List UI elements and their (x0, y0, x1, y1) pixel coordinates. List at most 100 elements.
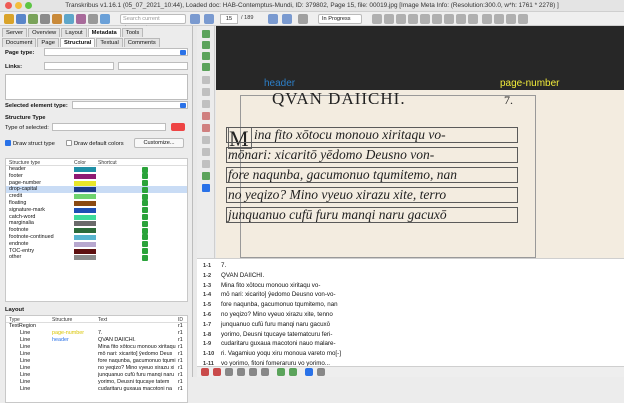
tab-comments[interactable]: Comments (123, 38, 160, 47)
cloud-icon[interactable] (64, 14, 74, 24)
redo-icon[interactable] (202, 184, 210, 192)
table-row[interactable]: Line Mina fito xōtocu monouo xiritaqu r1 (6, 344, 187, 351)
rotate-icon[interactable] (420, 14, 430, 24)
user-icon[interactable] (76, 14, 86, 24)
table-row[interactable]: footnote-continued (6, 234, 187, 241)
visibility-check-icon[interactable] (142, 207, 148, 214)
color-swatch[interactable] (74, 221, 96, 227)
transcription-line[interactable]: 1-6 no yeqizo? Mino vyeuo xirazu xite, te… (203, 311, 333, 318)
header-text-line[interactable]: QVAN DAIICHI. (272, 89, 406, 109)
table-row[interactable]: other (6, 254, 187, 261)
layers-icon[interactable] (456, 14, 466, 24)
page-type-select[interactable] (44, 48, 188, 56)
clear-type-icon[interactable] (171, 123, 185, 131)
visibility-check-icon[interactable] (142, 193, 148, 200)
table-row[interactable]: floating (6, 200, 187, 207)
merge-icon[interactable] (202, 100, 210, 108)
zoom-in-icon[interactable] (372, 14, 382, 24)
transcription-line[interactable]: 1-1 7. (203, 262, 226, 269)
links-list[interactable] (5, 74, 188, 100)
table-row[interactable]: Line header QVAN DAIICHI. r1 (6, 337, 187, 344)
tab-overview[interactable]: Overview (28, 28, 61, 37)
color-swatch[interactable] (74, 200, 96, 206)
translate-icon[interactable] (432, 14, 442, 24)
table-row[interactable]: Line junquanuo cufū furu manqi naru r1 (6, 372, 187, 379)
w-icon[interactable] (202, 63, 210, 71)
element-type-select[interactable] (72, 101, 188, 109)
add-point-icon[interactable] (202, 136, 210, 144)
view-icon[interactable] (482, 14, 492, 24)
settings-icon[interactable] (88, 14, 98, 24)
first-page-icon[interactable] (190, 14, 200, 24)
last-page-icon[interactable] (282, 14, 292, 24)
visibility-check-icon[interactable] (142, 173, 148, 180)
link-button-2[interactable] (118, 62, 188, 70)
pointer-icon[interactable] (202, 76, 210, 84)
italic-icon[interactable] (213, 368, 221, 376)
type-of-selected-input[interactable] (52, 123, 166, 131)
color-swatch[interactable] (74, 234, 96, 240)
strike-icon[interactable] (237, 368, 245, 376)
visibility-check-icon[interactable] (142, 220, 148, 227)
table-row[interactable]: footer (6, 173, 187, 180)
visibility-check-icon[interactable] (142, 248, 148, 255)
fit-page-icon[interactable] (408, 14, 418, 24)
edit-icon[interactable] (202, 148, 210, 156)
color-swatch[interactable] (74, 173, 96, 179)
table-row[interactable]: credit (6, 193, 187, 200)
table-row[interactable]: Line cudaritaru guxaua macotoni na r1 (6, 386, 187, 393)
reload-icon[interactable] (298, 14, 308, 24)
tab-textual[interactable]: Textual (96, 38, 123, 47)
table-row[interactable]: drop-capital (6, 186, 187, 194)
keyboard-icon[interactable] (305, 368, 313, 376)
table-row[interactable]: Line no yeqizo? Mino vyeuo xirazu xi r1 (6, 365, 187, 372)
search-input[interactable]: Search current document... (120, 14, 186, 31)
page-number-text-line[interactable]: 7. (504, 93, 513, 108)
table-row[interactable]: marginalia (6, 220, 187, 227)
upload-icon[interactable] (28, 14, 38, 24)
tl-icon[interactable] (202, 41, 210, 49)
search-icon[interactable] (317, 368, 325, 376)
tab-tools[interactable]: Tools (121, 28, 144, 37)
subscript-icon[interactable] (261, 368, 269, 376)
underline-icon[interactable] (225, 368, 233, 376)
table-row[interactable]: Line fore naqunba, gacumonuo tqumi r1 (6, 358, 187, 365)
visibility-check-icon[interactable] (142, 227, 148, 234)
move-icon[interactable] (202, 160, 210, 168)
undo-icon[interactable] (202, 172, 210, 180)
transcription-line[interactable]: 1-8 yorimo, Deusni tqucaye tatematcuru fe… (203, 331, 332, 338)
tab-document[interactable]: Document (2, 38, 37, 47)
transcription-panel[interactable]: 1-1 7. 1-2 QVAN DAIICHI. 1-3 Mina fito xōtocu… (197, 258, 624, 377)
open-folder-icon[interactable] (4, 14, 14, 24)
page-number-input[interactable]: 15 (220, 14, 238, 24)
superscript-icon[interactable] (249, 368, 257, 376)
transcription-line[interactable]: 1-4 mō nari: xicarito] ŷedomo Deusno von-… (203, 291, 336, 298)
table-row[interactable]: page-number (6, 180, 187, 187)
color-swatch[interactable] (74, 187, 96, 193)
color-swatch[interactable] (74, 248, 96, 254)
transcription-line[interactable]: 1-5 fore naqunba, gacumonuo tqumitemo, na… (203, 301, 338, 308)
customize-button[interactable]: Customize... (134, 138, 184, 148)
table-row[interactable]: footnote (6, 227, 187, 234)
image-settings-icon[interactable] (468, 14, 478, 24)
color-swatch[interactable] (74, 228, 96, 234)
link-button-1[interactable] (44, 62, 114, 70)
grid-icon[interactable] (494, 14, 504, 24)
color-swatch[interactable] (74, 207, 96, 213)
tab-page[interactable]: Page (37, 38, 59, 47)
visibility-check-icon[interactable] (142, 166, 148, 173)
draw-default-colors-checkbox[interactable]: Draw default colors (66, 140, 124, 147)
color-swatch[interactable] (74, 255, 96, 261)
visibility-check-icon[interactable] (142, 186, 148, 193)
table-row[interactable]: catch-word (6, 214, 187, 221)
tab-layout[interactable]: Layout (61, 28, 87, 37)
info-icon[interactable] (100, 14, 110, 24)
transcription-line[interactable]: 1-3 Mina fito xōtocu monouo xiritaqu vo- (203, 282, 320, 289)
export-icon[interactable] (52, 14, 62, 24)
fit-width-icon[interactable] (396, 14, 406, 24)
save-icon[interactable] (16, 14, 26, 24)
table-row[interactable]: header (6, 166, 187, 173)
table-row[interactable]: TextRegion r1 (6, 323, 187, 330)
tools-icon[interactable] (506, 14, 516, 24)
transcription-line[interactable]: 1-9 cudaritaru guxaua macotoni nauo malar… (203, 340, 336, 347)
